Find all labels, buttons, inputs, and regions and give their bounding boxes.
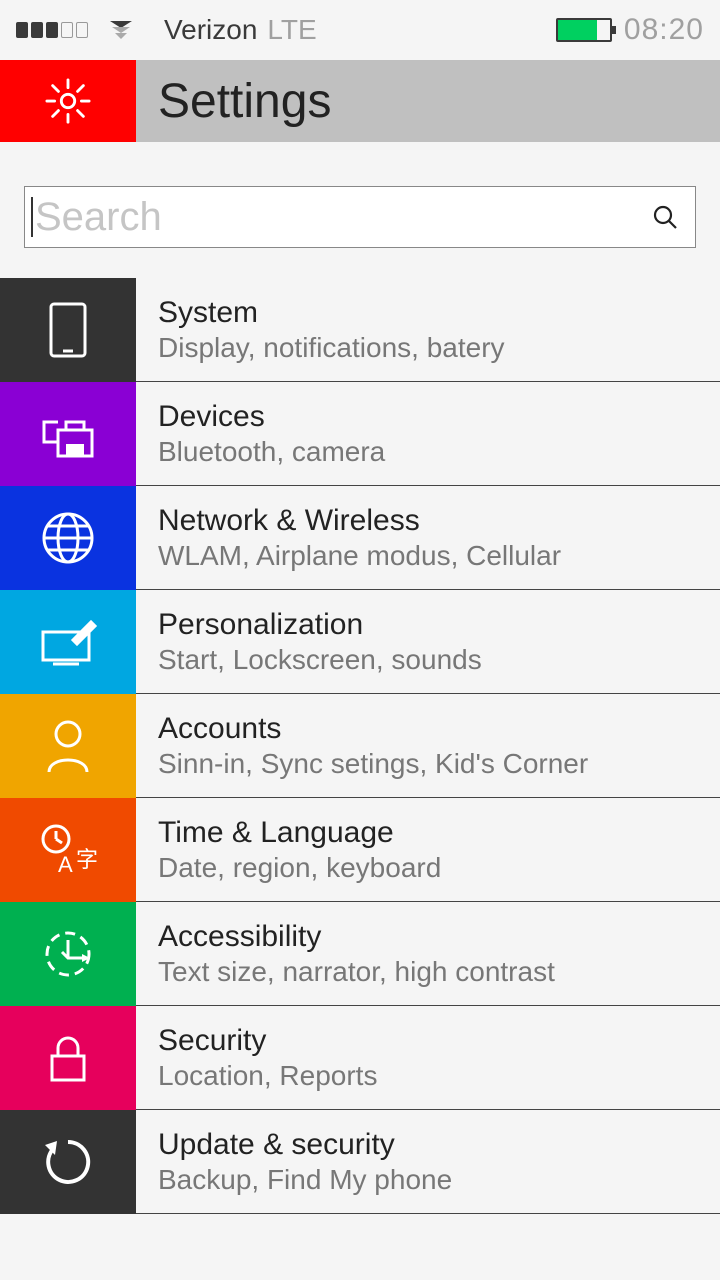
list-item-subtitle: Bluetooth, camera [158, 436, 720, 468]
settings-list: System Display, notifications, batery De… [0, 278, 720, 1214]
list-item-title: Personalization [158, 608, 720, 642]
paint-monitor-icon [0, 590, 136, 694]
refresh-icon [0, 1110, 136, 1214]
list-item-network[interactable]: Network & Wireless WLAM, Airplane modus,… [0, 486, 720, 590]
globe-icon [0, 486, 136, 590]
text-cursor [31, 197, 33, 237]
list-item-update[interactable]: Update & security Backup, Find My phone [0, 1110, 720, 1214]
phone-icon [0, 278, 136, 382]
list-item-subtitle: Text size, narrator, high contrast [158, 956, 720, 988]
list-item-title: Devices [158, 400, 720, 434]
list-item-system[interactable]: System Display, notifications, batery [0, 278, 720, 382]
printer-icon [0, 382, 136, 486]
clock-label: 08:20 [624, 13, 704, 47]
list-item-personalization[interactable]: Personalization Start, Lockscreen, sound… [0, 590, 720, 694]
list-item-title: Accessibility [158, 920, 720, 954]
search-container [0, 142, 720, 278]
list-item-title: System [158, 296, 720, 330]
list-item-title: Update & security [158, 1128, 720, 1162]
accessibility-icon [0, 902, 136, 1006]
list-item-title: Network & Wireless [158, 504, 720, 538]
search-icon [651, 203, 679, 231]
search-input[interactable] [35, 195, 647, 240]
page-title: Settings [158, 74, 331, 129]
network-type-label: LTE [267, 14, 316, 46]
list-item-subtitle: Sinn-in, Sync setings, Kid's Corner [158, 748, 720, 780]
svg-text:字: 字 [76, 847, 98, 872]
wifi-icon [108, 19, 134, 41]
list-item-subtitle: Location, Reports [158, 1060, 720, 1092]
list-item-security[interactable]: Security Location, Reports [0, 1006, 720, 1110]
lock-icon [0, 1006, 136, 1110]
battery-icon [556, 18, 612, 42]
list-item-subtitle: Backup, Find My phone [158, 1164, 720, 1196]
list-item-subtitle: Start, Lockscreen, sounds [158, 644, 720, 676]
list-item-subtitle: Display, notifications, batery [158, 332, 720, 364]
list-item-devices[interactable]: Devices Bluetooth, camera [0, 382, 720, 486]
signal-strength-icon [16, 22, 88, 38]
carrier-label: Verizon [164, 14, 257, 46]
status-bar: Verizon LTE 08:20 [0, 0, 720, 60]
svg-text:A: A [58, 852, 73, 877]
list-item-accessibility[interactable]: Accessibility Text size, narrator, high … [0, 902, 720, 1006]
list-item-title: Security [158, 1024, 720, 1058]
list-item-title: Accounts [158, 712, 720, 746]
list-item-time-language[interactable]: A 字 Time & Language Date, region, keyboa… [0, 798, 720, 902]
list-item-subtitle: WLAM, Airplane modus, Cellular [158, 540, 720, 572]
search-box[interactable] [24, 186, 696, 248]
app-header: Settings [0, 60, 720, 142]
list-item-subtitle: Date, region, keyboard [158, 852, 720, 884]
time-language-icon: A 字 [0, 798, 136, 902]
search-button[interactable] [647, 199, 683, 235]
person-icon [0, 694, 136, 798]
settings-gear-icon [0, 60, 136, 142]
list-item-accounts[interactable]: Accounts Sinn-in, Sync setings, Kid's Co… [0, 694, 720, 798]
list-item-title: Time & Language [158, 816, 720, 850]
